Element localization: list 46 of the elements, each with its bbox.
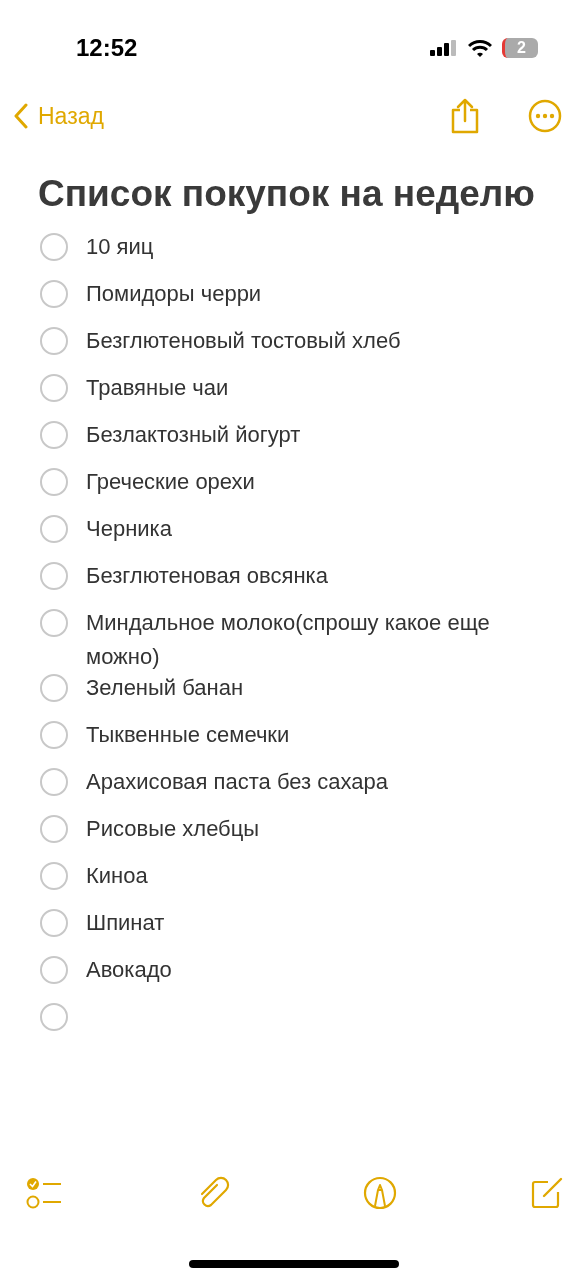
checklist-item: Безглютеновая овсянка [86, 562, 329, 590]
checkbox[interactable] [40, 1003, 68, 1031]
checklist-item: Миндальное молоко(спрошу какое еще можно) [86, 609, 491, 671]
checklist-item: Безлактозный йогурт [86, 421, 302, 449]
checkbox[interactable] [40, 862, 68, 890]
checkbox[interactable] [40, 468, 68, 496]
battery-icon: 2 [502, 38, 538, 58]
checkbox[interactable] [40, 421, 68, 449]
note-title: Список покупок на неделю [38, 172, 536, 216]
home-indicator[interactable] [189, 1260, 399, 1268]
checkbox[interactable] [40, 815, 68, 843]
checklist-item: Греческие орехи [86, 468, 256, 496]
wifi-icon [468, 39, 492, 57]
compose-icon[interactable] [529, 1176, 564, 1210]
checklist-item: 10 яиц [86, 233, 155, 261]
checklist-item: Арахисовая паста без сахара [86, 768, 389, 796]
checkbox[interactable] [40, 956, 68, 984]
checklist-item: Зеленый банан [86, 674, 245, 702]
checklist-item: Киноа [86, 862, 149, 890]
checklist-item: Безглютеновый тостовый хлеб [86, 327, 402, 355]
signal-icon [430, 40, 458, 56]
checkbox[interactable] [40, 562, 68, 590]
checkbox[interactable] [40, 768, 68, 796]
pen-circle-icon[interactable] [363, 1176, 398, 1210]
checkbox[interactable] [40, 674, 68, 702]
checkbox[interactable] [40, 327, 68, 355]
checklist-item: Шпинат [86, 909, 166, 937]
checkbox[interactable] [40, 233, 68, 261]
checkbox[interactable] [40, 609, 68, 637]
checklist-item: Тыквенные семечки [86, 721, 291, 749]
status-time: 12:52 [76, 34, 138, 62]
checkbox[interactable] [40, 515, 68, 543]
checklist-item: Черника [86, 515, 173, 543]
checklist-item: Рисовые хлебцы [86, 815, 261, 843]
checkbox[interactable] [40, 280, 68, 308]
checklist-item: Помидоры черри [86, 280, 263, 308]
more-icon[interactable] [528, 99, 562, 133]
share-icon[interactable] [450, 98, 480, 134]
checklist-item: Травяные чаи [86, 374, 230, 402]
checkbox[interactable] [40, 374, 68, 402]
checkbox[interactable] [40, 721, 68, 749]
checkbox[interactable] [40, 909, 68, 937]
checklist-item: Авокадо [86, 956, 173, 984]
back-button[interactable]: Назад [14, 102, 104, 130]
chevron-left-icon [14, 103, 28, 129]
checklist-icon[interactable] [26, 1177, 64, 1209]
